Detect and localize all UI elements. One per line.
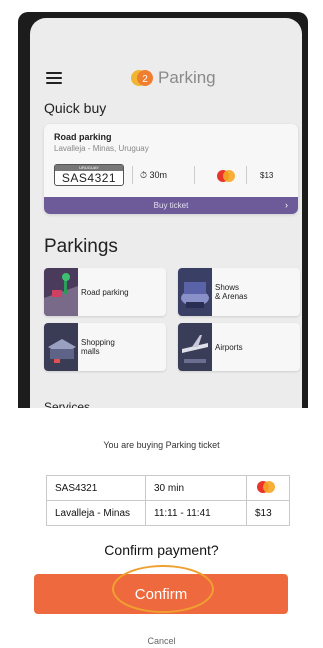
table-cell: Lavalleja - Minas xyxy=(46,500,146,526)
table-cell: $13 xyxy=(246,500,290,526)
brand-logo-icon: 2 xyxy=(131,70,153,86)
cancel-button[interactable]: Cancel xyxy=(0,636,323,646)
menu-icon[interactable] xyxy=(46,72,62,84)
ticket-summary-table: SAS4321 30 min Lavalleja - Minas 11:11 -… xyxy=(46,475,290,526)
plate-number: SAS4321 xyxy=(61,171,117,185)
road-parking-icon xyxy=(44,268,78,316)
table-cell: 30 min xyxy=(145,475,247,501)
confirm-question: Confirm payment? xyxy=(104,542,219,558)
top-bar: 2 Parking xyxy=(30,62,302,94)
duration-display: ⏱ 30m xyxy=(140,170,167,181)
tile-shows-arenas[interactable]: Shows & Arenas xyxy=(178,268,300,316)
svg-text:2: 2 xyxy=(142,74,148,85)
buy-ticket-label: Buy ticket xyxy=(153,201,189,210)
buy-ticket-button[interactable]: Buy ticket › xyxy=(44,197,298,214)
table-cell: 11:11 - 11:41 xyxy=(145,500,247,526)
arena-icon xyxy=(178,268,212,316)
license-plate: URUGUAY SAS4321 xyxy=(54,164,124,186)
tile-label: Shows & Arenas xyxy=(215,283,248,301)
chevron-right-icon: › xyxy=(285,200,288,210)
table-cell xyxy=(246,475,290,501)
card-title: Road parking xyxy=(54,132,112,142)
divider xyxy=(246,166,247,184)
mastercard-icon xyxy=(257,480,275,493)
tile-label: Airports xyxy=(215,342,243,352)
divider xyxy=(194,166,195,184)
card-location: Lavalleja - Minas, Uruguay xyxy=(54,144,149,153)
parkings-title: Parkings xyxy=(44,236,118,257)
price: $13 xyxy=(260,171,274,180)
tile-label: Road parking xyxy=(81,287,129,297)
highlight-ring xyxy=(112,565,214,613)
table-cell: SAS4321 xyxy=(46,475,146,501)
quick-buy-card[interactable]: Road parking Lavalleja - Minas, Uruguay … xyxy=(44,124,298,214)
tile-shopping-malls[interactable]: Shopping malls xyxy=(44,323,166,371)
clock-icon: ⏱ xyxy=(140,170,148,180)
table-row: SAS4321 30 min xyxy=(46,475,290,501)
brand-name: Parking xyxy=(158,68,216,87)
quick-buy-title: Quick buy xyxy=(44,100,107,116)
mall-icon xyxy=(44,323,78,371)
mastercard-icon xyxy=(217,170,235,182)
tile-airports[interactable]: Airports xyxy=(178,323,300,371)
tile-road-parking[interactable]: Road parking xyxy=(44,268,166,316)
app-screen: 2 Parking Quick buy Road parking Lavalle… xyxy=(30,18,302,458)
divider xyxy=(132,166,133,184)
sheet-title: You are buying Parking ticket xyxy=(103,440,220,450)
table-row: Lavalleja - Minas 11:11 - 11:41 $13 xyxy=(46,500,290,526)
payment-sheet: You are buying Parking ticket SAS4321 30… xyxy=(0,408,323,648)
tile-label: Shopping malls xyxy=(81,338,115,356)
duration-value: 30m xyxy=(149,170,168,180)
airport-icon xyxy=(178,323,212,371)
